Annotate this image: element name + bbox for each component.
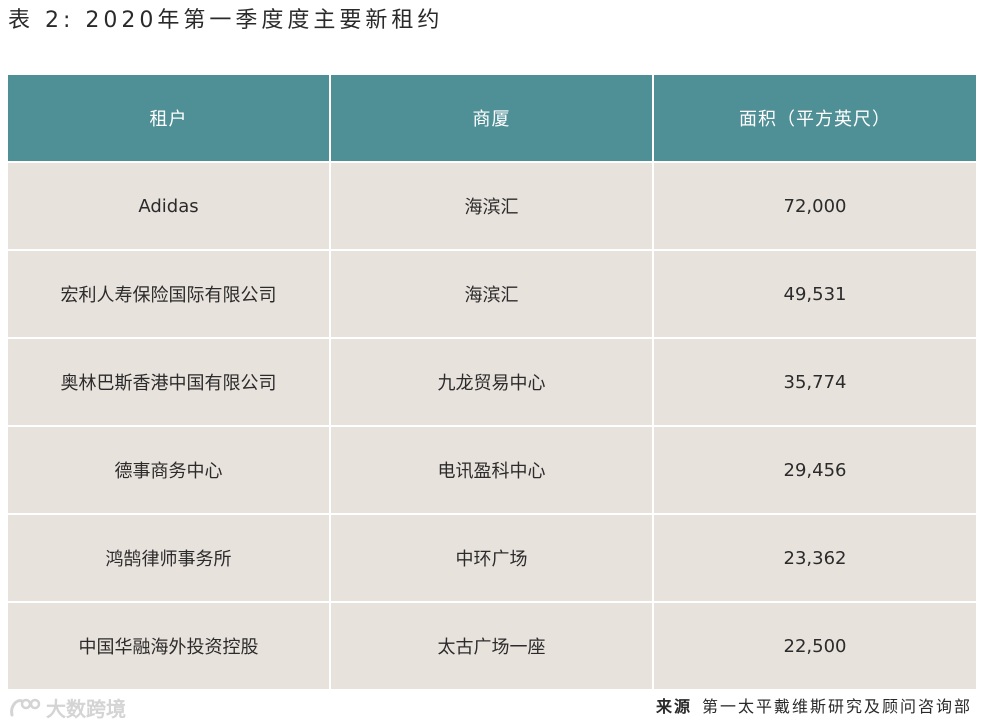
area-cell: 72,000: [653, 161, 976, 250]
area-cell: 23,362: [653, 513, 976, 602]
table-row: 鸿鹄律师事务所 中环广场 23,362: [8, 513, 976, 602]
building-cell: 太古广场一座: [330, 601, 654, 689]
building-cell: 海滨汇: [330, 161, 654, 250]
building-cell: 九龙贸易中心: [330, 337, 654, 426]
watermark: 大数跨境: [8, 693, 126, 722]
source-label: 来源: [655, 697, 692, 716]
header-tenant: 租户: [8, 75, 331, 162]
table-row: 奥林巴斯香港中国有限公司 九龙贸易中心 35,774: [8, 337, 976, 426]
table-row: 德事商务中心 电讯盈科中心 29,456: [8, 425, 976, 514]
source-text: 第一太平戴维斯研究及顾问咨询部: [701, 697, 972, 716]
tenant-cell: 宏利人寿保险国际有限公司: [8, 249, 331, 338]
table-title: 表 2: 2020年第一季度度主要新租约: [8, 8, 444, 33]
building-cell: 电讯盈科中心: [330, 425, 654, 514]
building-cell: 海滨汇: [330, 249, 654, 338]
logo-icon: [8, 695, 42, 721]
tenant-cell: 德事商务中心: [8, 425, 331, 514]
area-cell: 22,500: [653, 601, 976, 689]
tenant-cell: 奥林巴斯香港中国有限公司: [8, 337, 331, 426]
source-note: 来源 第一太平戴维斯研究及顾问咨询部: [656, 693, 972, 717]
table-row: Adidas 海滨汇 72,000: [8, 161, 976, 250]
table-row: 中国华融海外投资控股 太古广场一座 22,500: [8, 601, 976, 689]
header-area: 面积（平方英尺）: [653, 75, 976, 162]
tenant-cell: 中国华融海外投资控股: [8, 601, 331, 689]
area-cell: 35,774: [653, 337, 976, 426]
tenant-cell: Adidas: [8, 161, 331, 250]
watermark-text: 大数跨境: [46, 697, 126, 721]
area-cell: 29,456: [653, 425, 976, 514]
header-row: 租户 商厦 面积（平方英尺）: [8, 75, 976, 162]
table-row: 宏利人寿保险国际有限公司 海滨汇 49,531: [8, 249, 976, 338]
lease-table: 租户 商厦 面积（平方英尺） Adidas 海滨汇 72,000 宏利人寿保险国…: [8, 75, 976, 689]
header-building: 商厦: [330, 75, 654, 162]
tenant-cell: 鸿鹄律师事务所: [8, 513, 331, 602]
building-cell: 中环广场: [330, 513, 654, 602]
area-cell: 49,531: [653, 249, 976, 338]
